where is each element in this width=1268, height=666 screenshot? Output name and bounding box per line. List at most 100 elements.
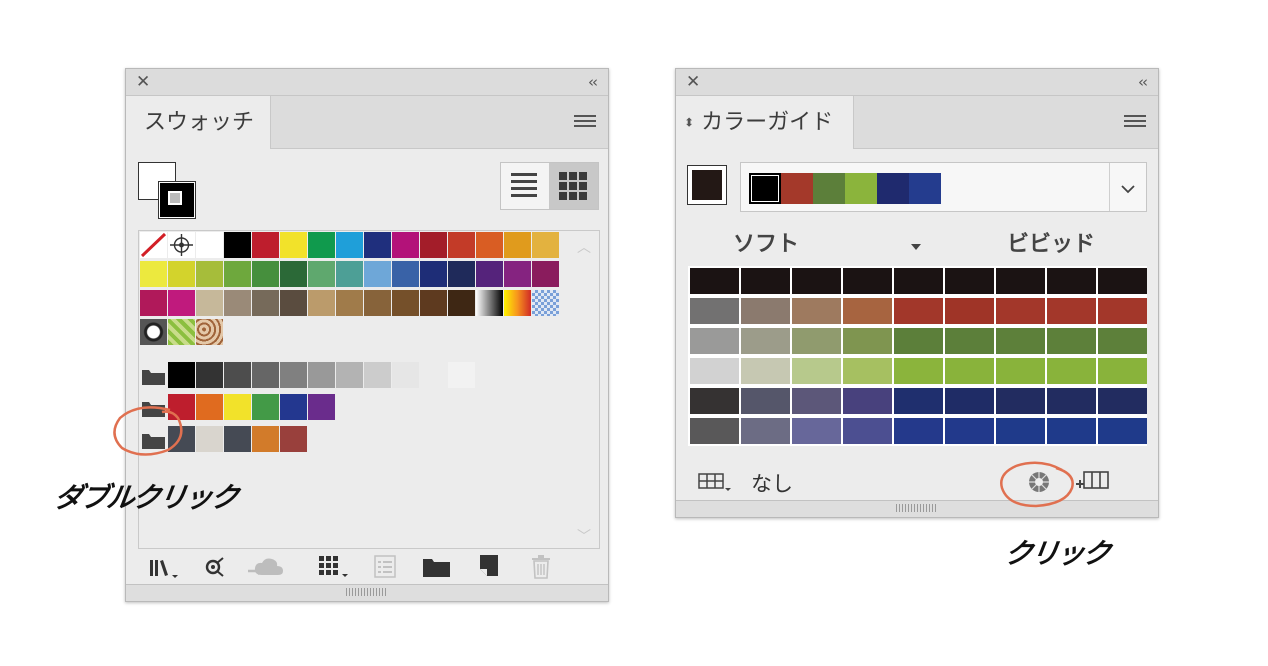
- swatch[interactable]: [168, 261, 195, 287]
- swatch[interactable]: [252, 261, 279, 287]
- swatch[interactable]: [504, 261, 531, 287]
- swatch[interactable]: [196, 319, 223, 345]
- swatch[interactable]: [476, 290, 503, 316]
- swatch[interactable]: [504, 290, 531, 316]
- variation-swatch[interactable]: [792, 388, 841, 414]
- group-swatch[interactable]: [280, 394, 307, 420]
- group-swatch[interactable]: [224, 394, 251, 420]
- variation-swatch[interactable]: [843, 328, 892, 354]
- variation-swatch[interactable]: [1098, 358, 1147, 384]
- swatch[interactable]: [504, 232, 531, 258]
- swatch[interactable]: [532, 232, 559, 258]
- variation-swatch[interactable]: [843, 268, 892, 294]
- variation-swatch[interactable]: [945, 268, 994, 294]
- variation-swatch[interactable]: [1098, 418, 1147, 444]
- group-swatch[interactable]: [280, 426, 307, 452]
- variation-swatch[interactable]: [690, 268, 739, 294]
- variation-swatch[interactable]: [741, 268, 790, 294]
- swatch[interactable]: [532, 261, 559, 287]
- variation-swatch[interactable]: [792, 418, 841, 444]
- swatch[interactable]: [476, 261, 503, 287]
- panel-resize-bar[interactable]: [126, 584, 608, 601]
- variation-swatch[interactable]: [690, 328, 739, 354]
- variation-swatch[interactable]: [1098, 328, 1147, 354]
- swatch[interactable]: [252, 290, 279, 316]
- group-swatch[interactable]: [420, 362, 447, 388]
- swatch[interactable]: [280, 232, 307, 258]
- variation-swatch[interactable]: [690, 418, 739, 444]
- group-swatch[interactable]: [224, 362, 251, 388]
- swatch[interactable]: [140, 261, 167, 287]
- variation-swatch[interactable]: [945, 388, 994, 414]
- panel-resize-bar[interactable]: [676, 500, 1158, 517]
- swatch[interactable]: [224, 290, 251, 316]
- close-icon[interactable]: ✕: [136, 72, 150, 92]
- swatch[interactable]: [280, 290, 307, 316]
- group-swatch[interactable]: [392, 362, 419, 388]
- swatch[interactable]: [140, 290, 167, 316]
- swatch[interactable]: [196, 290, 223, 316]
- limit-color-group-icon[interactable]: [698, 472, 732, 496]
- swatch[interactable]: [308, 232, 335, 258]
- harmony-rules-dropdown[interactable]: [740, 162, 1147, 212]
- swatch[interactable]: [168, 319, 195, 345]
- grid-view-icon[interactable]: [549, 163, 598, 209]
- variation-swatch[interactable]: [792, 328, 841, 354]
- resize-grip-icon[interactable]: [346, 588, 388, 596]
- swatch[interactable]: [140, 232, 167, 258]
- swatch[interactable]: [224, 261, 251, 287]
- variation-swatch[interactable]: [843, 388, 892, 414]
- group-swatch[interactable]: [252, 362, 279, 388]
- swatch[interactable]: [532, 290, 559, 316]
- variation-swatch[interactable]: [741, 328, 790, 354]
- variation-swatch[interactable]: [996, 358, 1045, 384]
- list-view-icon[interactable]: [511, 173, 537, 199]
- variation-swatch[interactable]: [741, 418, 790, 444]
- variation-swatch[interactable]: [1047, 328, 1096, 354]
- variation-swatch[interactable]: [996, 328, 1045, 354]
- tab-swatches[interactable]: スウォッチ: [126, 96, 271, 149]
- swatch[interactable]: [336, 232, 363, 258]
- swatch[interactable]: [420, 232, 447, 258]
- new-color-group-icon[interactable]: [423, 556, 451, 582]
- variation-swatch[interactable]: [1098, 298, 1147, 324]
- variation-swatch[interactable]: [1047, 418, 1096, 444]
- variation-swatch[interactable]: [792, 358, 841, 384]
- base-color-swatch[interactable]: [687, 165, 727, 205]
- swatch[interactable]: [168, 290, 195, 316]
- group-swatch[interactable]: [252, 394, 279, 420]
- variation-swatch[interactable]: [792, 268, 841, 294]
- swatch[interactable]: [392, 232, 419, 258]
- swatch[interactable]: [196, 232, 223, 258]
- variation-swatch[interactable]: [690, 358, 739, 384]
- swatch-options-icon[interactable]: [374, 555, 396, 583]
- group-swatch[interactable]: [196, 394, 223, 420]
- swatch[interactable]: [308, 290, 335, 316]
- group-swatch[interactable]: [364, 362, 391, 388]
- swatch[interactable]: [448, 232, 475, 258]
- delete-swatch-icon[interactable]: [530, 554, 552, 584]
- variation-swatch[interactable]: [1098, 388, 1147, 414]
- resize-grip-icon[interactable]: [896, 504, 938, 512]
- swatch[interactable]: [476, 232, 503, 258]
- swatch[interactable]: [364, 290, 391, 316]
- group-swatch[interactable]: [336, 362, 363, 388]
- swatch[interactable]: [392, 261, 419, 287]
- variation-swatch[interactable]: [945, 328, 994, 354]
- swatch[interactable]: [364, 232, 391, 258]
- variation-swatch[interactable]: [996, 388, 1045, 414]
- group-swatch[interactable]: [196, 426, 223, 452]
- collapse-icon[interactable]: ‹‹: [588, 72, 598, 92]
- swatch[interactable]: [448, 290, 475, 316]
- swatch[interactable]: [336, 261, 363, 287]
- group-swatch[interactable]: [308, 362, 335, 388]
- scroll-down-icon[interactable]: ﹀: [577, 526, 591, 546]
- swatch[interactable]: [168, 232, 195, 258]
- variation-swatch[interactable]: [741, 388, 790, 414]
- variation-swatch[interactable]: [741, 298, 790, 324]
- variation-swatch[interactable]: [894, 328, 943, 354]
- group-swatch[interactable]: [168, 362, 195, 388]
- group-swatch[interactable]: [196, 362, 223, 388]
- variation-swatch[interactable]: [894, 298, 943, 324]
- variation-swatch[interactable]: [894, 268, 943, 294]
